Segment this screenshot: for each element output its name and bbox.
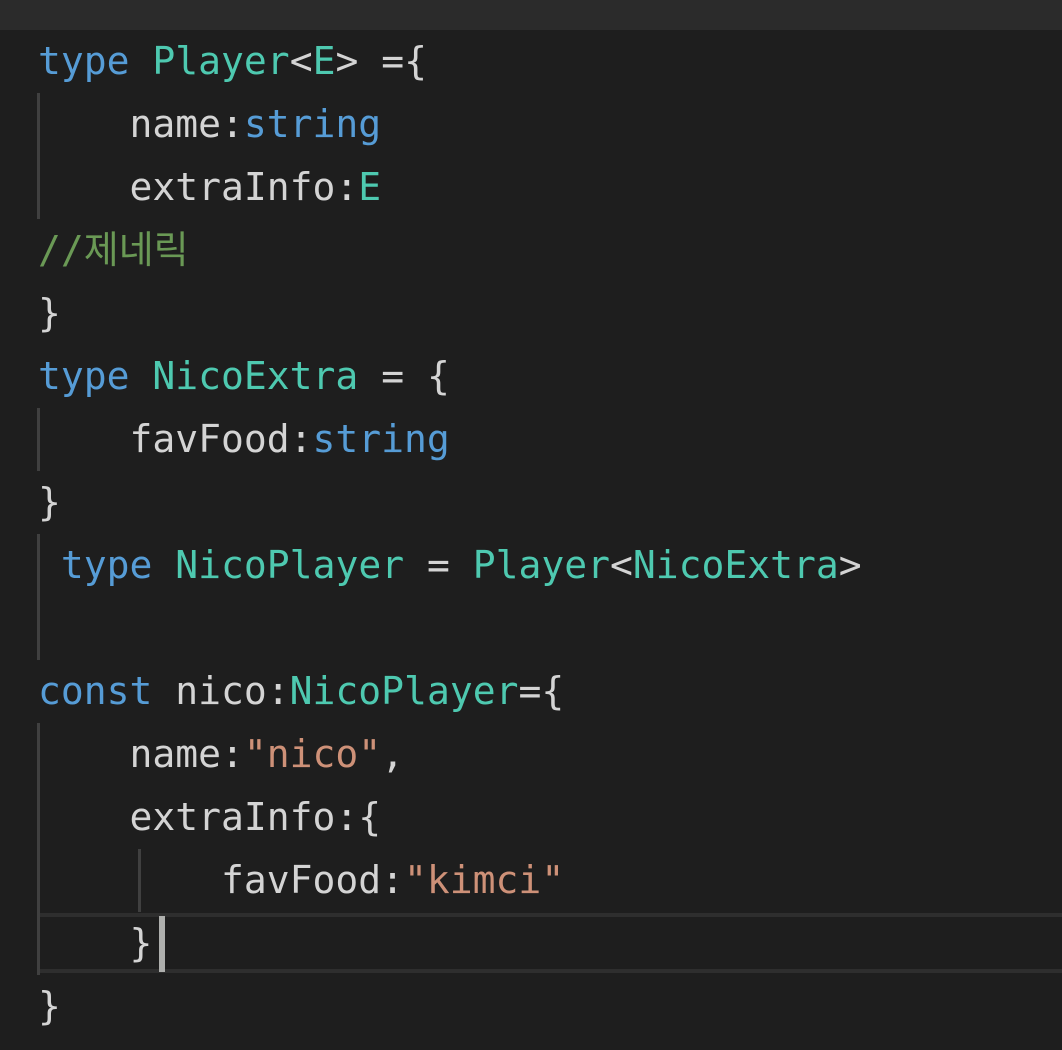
code-token: <: [610, 543, 633, 587]
code-token: E: [358, 165, 382, 209]
code-token: name:: [38, 102, 244, 146]
code-line: name:"nico",: [38, 723, 1062, 786]
code-token: NicoPlayer: [175, 543, 405, 587]
code-line: favFood:string: [38, 408, 1062, 471]
code-token: extraInfo:: [38, 165, 359, 209]
code-line: }: [38, 912, 1062, 975]
code-line: type NicoPlayer = Player<NicoExtra>: [38, 534, 1062, 597]
code-token: type: [38, 39, 130, 83]
code-token: "kimci": [404, 858, 565, 902]
code-token: }: [38, 984, 61, 1028]
code-token: string: [243, 102, 382, 146]
code-token: = {: [358, 354, 450, 398]
code-token: favFood:: [38, 417, 313, 461]
code-token: string: [312, 417, 450, 461]
code-line: }: [38, 975, 1062, 1038]
code-token: E: [312, 39, 336, 83]
code-token: extraInfo:{: [38, 795, 382, 839]
code-token: }: [38, 291, 61, 335]
code-line: type Player<E> ={: [38, 30, 1062, 93]
code-token: > ={: [335, 39, 427, 83]
code-line: name:string: [38, 93, 1062, 156]
code-token: //제네릭: [38, 228, 189, 272]
code-line: }: [38, 471, 1062, 534]
code-token: NicoExtra: [632, 543, 839, 587]
code-token: name:: [38, 732, 244, 776]
text-cursor: [159, 916, 165, 972]
code-token: NicoPlayer: [289, 669, 519, 713]
code-token: "nico": [243, 732, 382, 776]
code-token: ,: [381, 732, 405, 776]
code-token: const: [38, 669, 153, 713]
code-token: favFood:: [38, 858, 405, 902]
code-line: type NicoExtra = {: [38, 345, 1062, 408]
code-token: Player: [472, 543, 610, 587]
code-token: =: [404, 543, 473, 587]
code-token: <: [289, 39, 313, 83]
code-token: nico:: [152, 669, 290, 713]
code-line: extraInfo:{: [38, 786, 1062, 849]
code-line: //제네릭: [38, 219, 1062, 282]
code-line: favFood:"kimci": [38, 849, 1062, 912]
code-token: Player: [152, 39, 290, 83]
editor-tab-bar: [0, 0, 1062, 30]
code-token: }: [38, 480, 61, 524]
code-token: }: [38, 921, 153, 965]
code-line: const nico:NicoPlayer={: [38, 660, 1062, 723]
code-token: type: [38, 354, 130, 398]
code-line: extraInfo:E: [38, 156, 1062, 219]
code-token: NicoExtra: [152, 354, 359, 398]
code-token: ={: [518, 669, 565, 713]
code-token: >: [838, 543, 862, 587]
code-line: }: [38, 282, 1062, 345]
code-token: type: [60, 543, 153, 587]
code-editor[interactable]: type Player<E> ={ name:string extraInfo:…: [0, 30, 1062, 1050]
